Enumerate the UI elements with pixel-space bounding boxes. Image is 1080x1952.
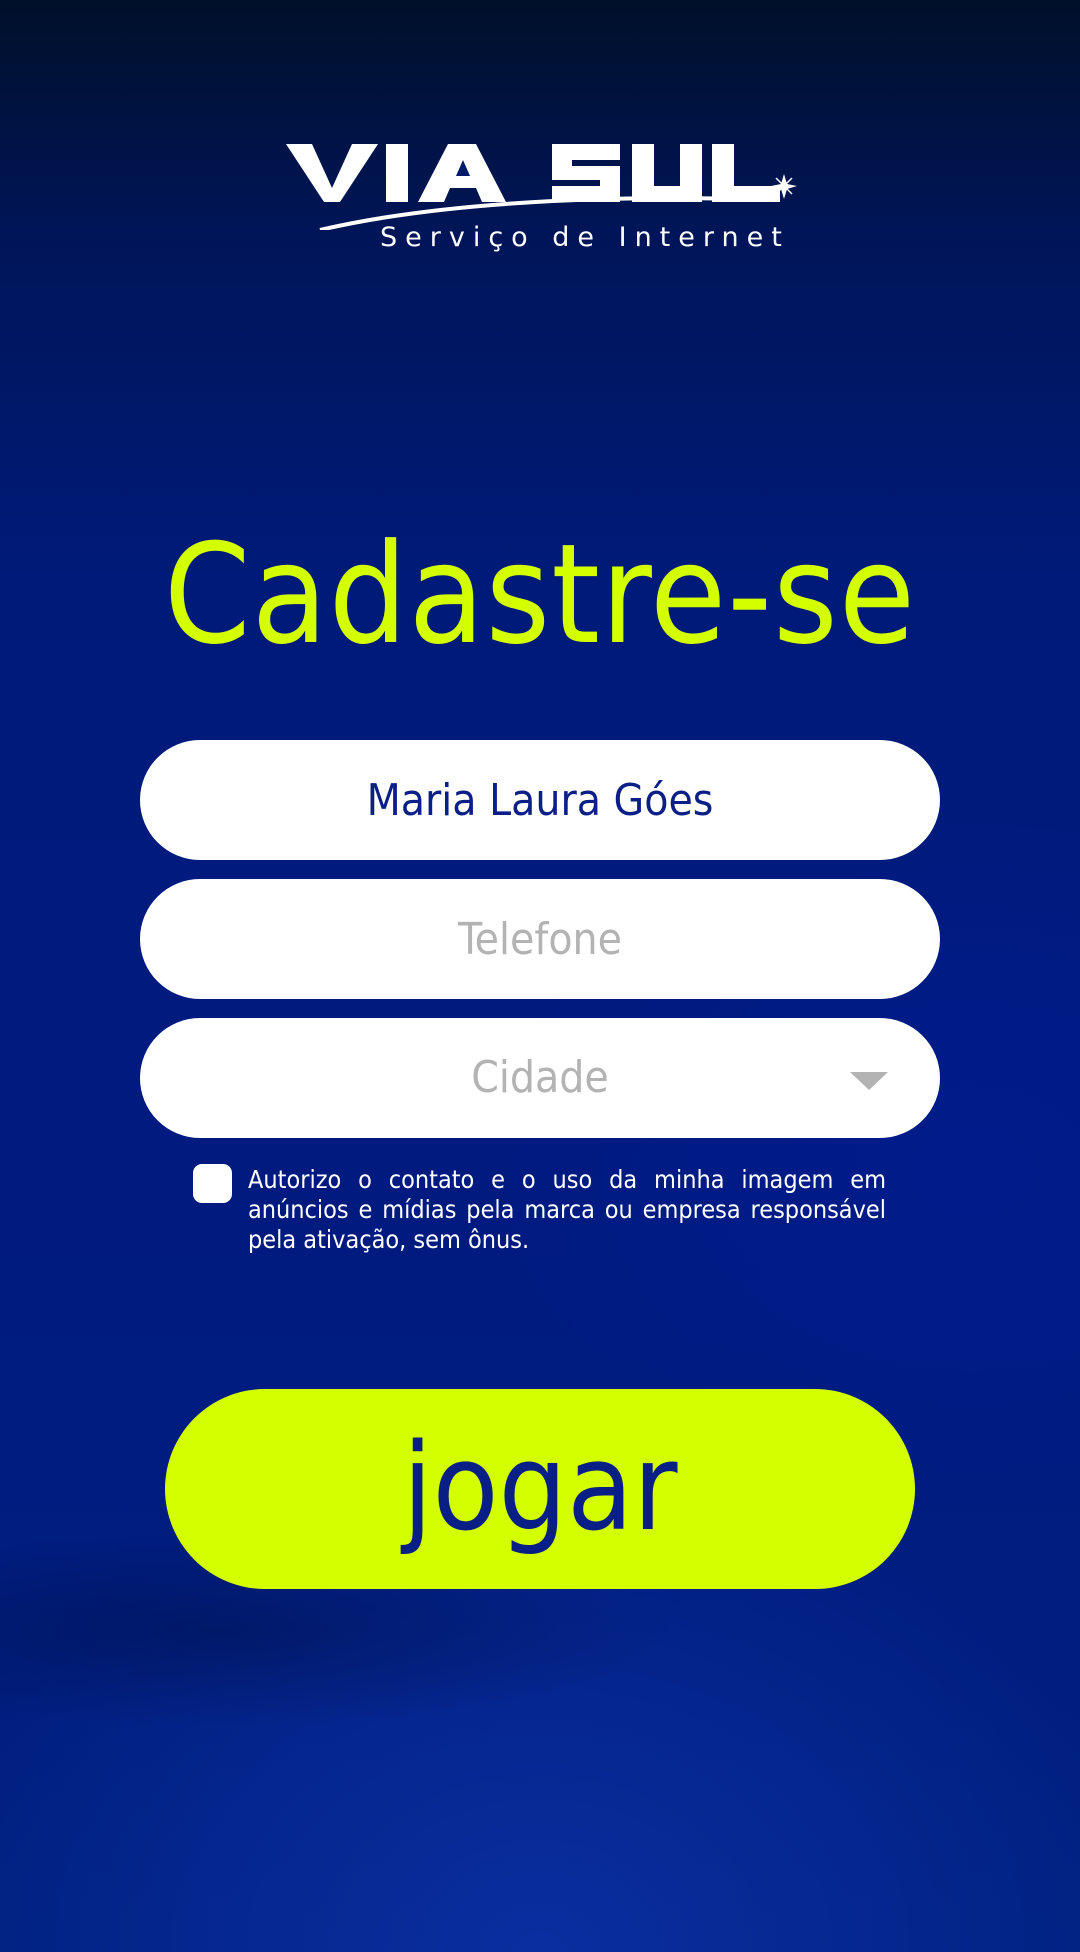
- consent-label: Autorizo o contato e o uso da minha imag…: [248, 1165, 886, 1254]
- brand-logo: Serviço de Internet: [280, 130, 800, 270]
- city-select[interactable]: Cidade: [140, 1018, 940, 1138]
- name-field[interactable]: [140, 740, 940, 860]
- consent-checkbox[interactable]: [193, 1164, 232, 1203]
- name-input[interactable]: [140, 740, 940, 860]
- play-button[interactable]: jogar: [165, 1389, 915, 1589]
- phone-input[interactable]: [140, 879, 940, 999]
- via-sul-wordmark: [286, 144, 797, 230]
- city-select-placeholder: Cidade: [471, 1052, 609, 1103]
- phone-field[interactable]: [140, 879, 940, 999]
- page-title: Cadastre-se: [163, 514, 917, 675]
- brand-tagline: Serviço de Internet: [380, 222, 790, 253]
- chevron-down-icon[interactable]: [850, 1072, 888, 1090]
